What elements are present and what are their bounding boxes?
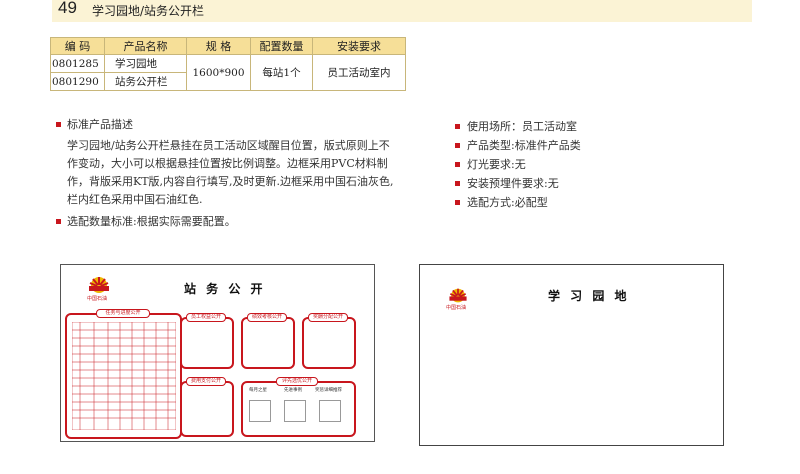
cell-name: 学习园地	[104, 54, 187, 73]
petrochina-logo-icon	[449, 288, 467, 303]
section-label: 员工权益公开	[186, 313, 226, 322]
logo-text: 中国石油	[87, 296, 108, 302]
cell-code: 0801285	[50, 54, 105, 73]
col-install: 安装要求	[312, 37, 406, 55]
sub-label: 奖惩详细推荐	[315, 388, 342, 393]
section-label: 奖酬分配公开	[308, 313, 348, 322]
bullet-marker	[455, 124, 460, 129]
sub-label: 每月之星	[249, 388, 267, 393]
study-garden-board: 中国石油 学 习 园 地	[419, 264, 724, 446]
panel-expenses	[180, 381, 234, 437]
cell-quantity: 每站1个	[250, 54, 313, 91]
bullet-marker	[455, 200, 460, 205]
photo-placeholder	[249, 400, 271, 422]
quantity-standard: 选配数量标准:根据实际需要配置。	[67, 215, 236, 228]
cell-name: 站务公开栏	[104, 72, 187, 91]
bullet-marker	[56, 219, 61, 224]
photo-placeholder	[284, 400, 306, 422]
section-label: 费用支付公开	[186, 377, 226, 386]
right-bullet-item: 选配方式:必配型	[467, 196, 548, 209]
panel-rewards	[302, 317, 356, 369]
petrochina-logo-icon	[89, 277, 109, 293]
col-name: 产品名称	[104, 37, 187, 55]
spec-table: 编 码 产品名称 规 格 配置数量 安装要求 0801285 学习园地 1600…	[50, 37, 406, 91]
section-label: 任务与进度公开	[96, 309, 150, 318]
desc-title: 标准产品描述	[67, 118, 133, 131]
panel-performance	[241, 317, 295, 369]
table-row: 0801285 学习园地 1600*900 每站1个 员工活动室内	[50, 54, 406, 91]
page-title: 学习园地/站务公开栏	[92, 4, 205, 18]
board-title: 站 务 公 开	[184, 282, 266, 296]
right-bullet-item: 灯光要求:无	[467, 158, 526, 171]
bullet-marker	[455, 143, 460, 148]
col-size: 规 格	[186, 37, 251, 55]
sub-label: 先进事例	[284, 388, 302, 393]
section-label: 评先选优公开	[276, 377, 318, 386]
right-bullet-item: 安装预埋件要求:无	[467, 177, 559, 190]
spec-table-header: 编 码 产品名称 规 格 配置数量 安装要求	[50, 37, 406, 55]
board-title: 学 习 园 地	[548, 289, 630, 303]
bullet-marker	[56, 122, 61, 127]
desc-body: 学习园地/站务公开栏悬挂在员工活动区域醒目位置，版式原则上不作变动，大小可以根据…	[67, 139, 394, 206]
col-code: 编 码	[50, 37, 105, 55]
task-table-grid	[72, 322, 176, 430]
photo-placeholder	[319, 400, 341, 422]
right-bullet-item: 使用场所：员工活动室	[467, 120, 577, 133]
bullet-marker	[455, 162, 460, 167]
right-bullet-item: 产品类型:标准件产品类	[467, 139, 581, 152]
cell-code: 0801290	[50, 72, 105, 91]
col-quantity: 配置数量	[250, 37, 313, 55]
station-affairs-board: 中国石油 站 务 公 开 任务与进度公开 员工权益公开 绩效考核公开 奖酬分配公…	[60, 264, 375, 442]
cell-install: 员工活动室内	[312, 54, 406, 91]
panel-rights	[180, 317, 234, 369]
logo-text: 中国石油	[446, 305, 467, 311]
section-label: 绩效考核公开	[247, 313, 287, 322]
cell-size: 1600*900	[186, 54, 251, 91]
page-number: 49	[58, 0, 77, 17]
bullet-marker	[455, 181, 460, 186]
